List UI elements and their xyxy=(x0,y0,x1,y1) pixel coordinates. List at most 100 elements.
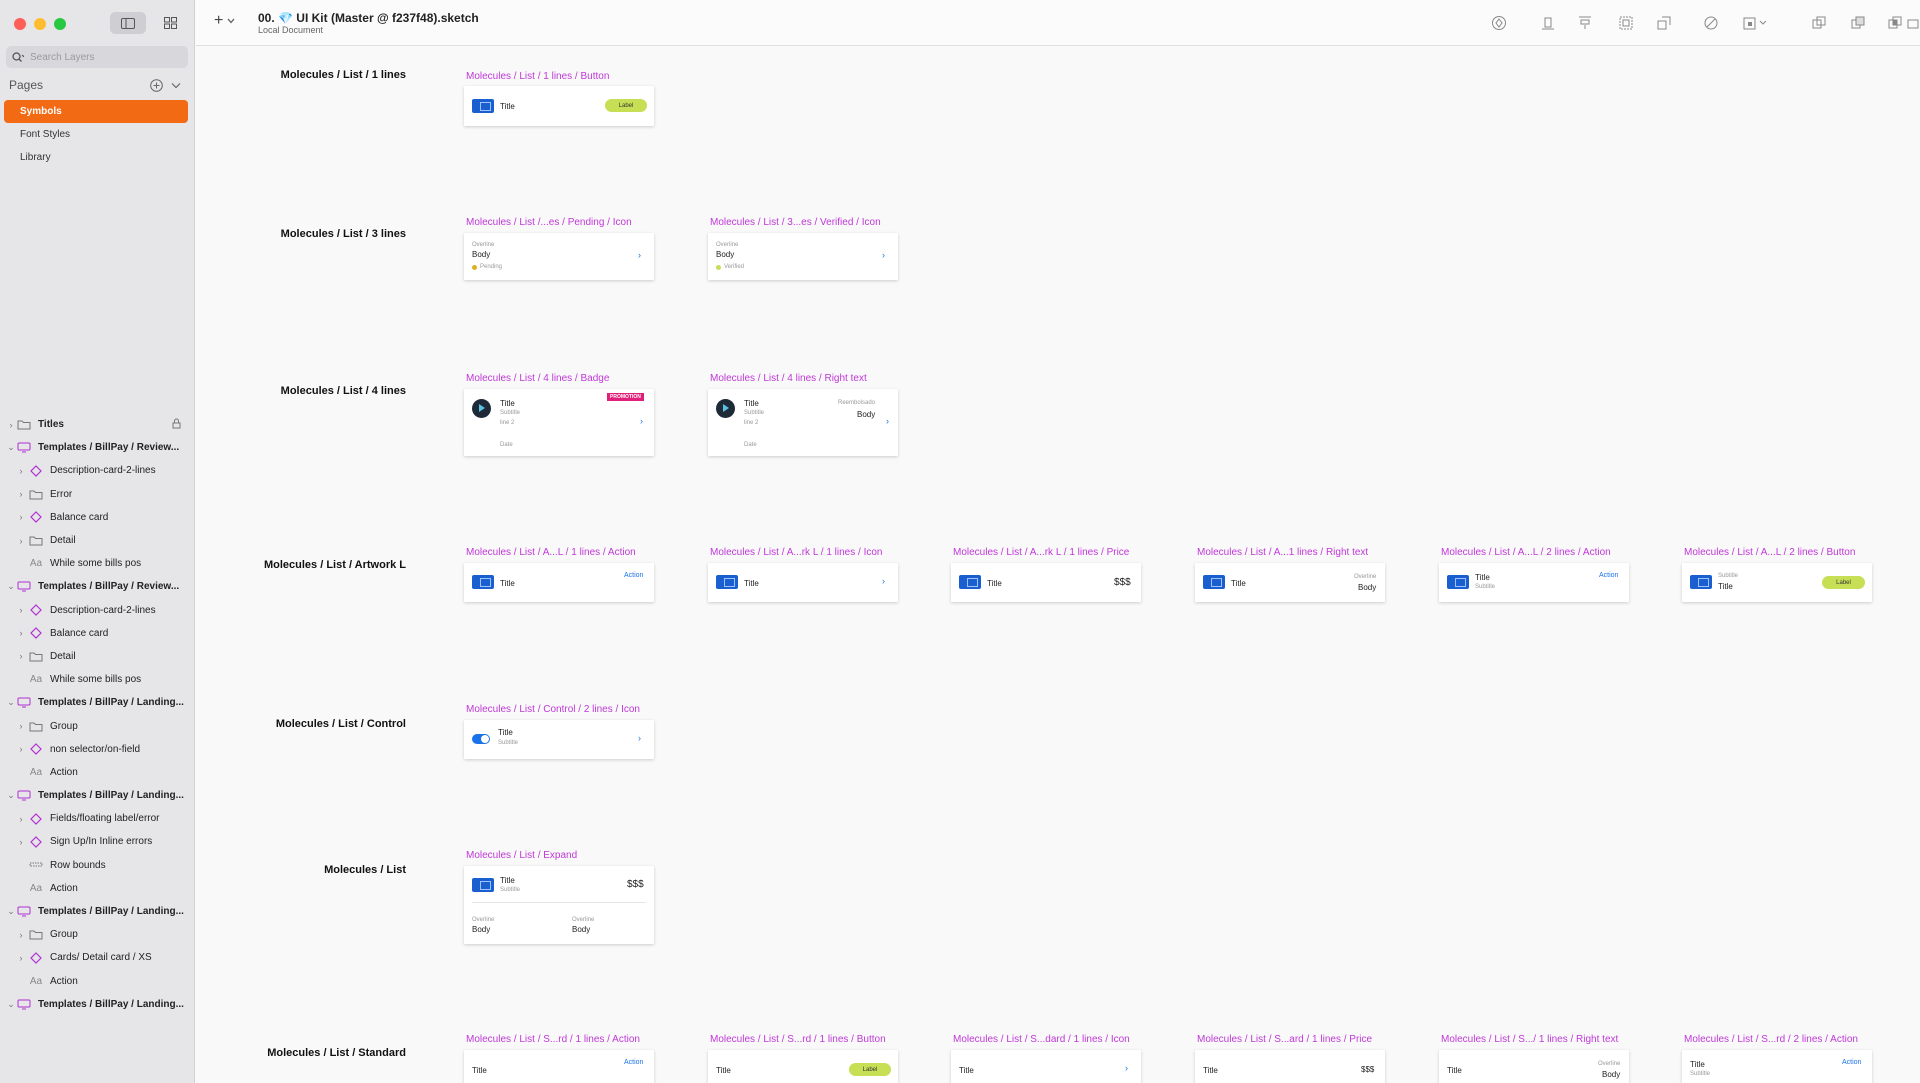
layer-row[interactable]: › Error xyxy=(0,483,194,506)
page-item-font-styles[interactable]: Font Styles xyxy=(4,123,188,146)
distribute-icon[interactable] xyxy=(1576,14,1594,32)
chevron-down-icon[interactable]: ⌄ xyxy=(6,790,16,801)
intersect-icon[interactable] xyxy=(1886,14,1904,32)
artboard-label[interactable]: Molecules / List / S...rd / 1 lines / Bu… xyxy=(710,1034,886,1045)
artboard-label[interactable]: Molecules / List /...es / Pending / Icon xyxy=(466,217,632,228)
chevron-right-icon[interactable]: › xyxy=(16,605,26,615)
layer-row[interactable]: ⌄ Templates / BillPay / Review... xyxy=(0,575,194,598)
artboard-label[interactable]: Molecules / List / 4 lines / Badge xyxy=(466,373,609,384)
artboard-label[interactable]: Molecules / List / A...1 lines / Right t… xyxy=(1197,547,1368,558)
chevron-down-icon[interactable]: ⌄ xyxy=(6,442,16,453)
chevron-right-icon[interactable]: › xyxy=(16,814,26,824)
zoom-window-button[interactable] xyxy=(54,18,66,30)
artboard-label[interactable]: Molecules / List / 1 lines / Button xyxy=(466,71,609,82)
chevron-right-icon[interactable]: › xyxy=(16,628,26,638)
chevron-right-icon[interactable]: › xyxy=(16,721,26,731)
chevron-right-icon[interactable]: › xyxy=(6,420,16,430)
chevron-right-icon[interactable]: › xyxy=(16,512,26,522)
list-item-standard-button[interactable]: Title Label xyxy=(708,1050,898,1083)
subtract-icon[interactable] xyxy=(1849,14,1867,32)
design-canvas[interactable]: Molecules / List / 1 lines Molecules / L… xyxy=(196,46,1920,1083)
list-item-standard-right-text[interactable]: Title Overline Body xyxy=(1439,1050,1629,1083)
layer-row[interactable]: › Titles xyxy=(0,413,194,436)
list-item-artwork-action[interactable]: Title Action xyxy=(464,563,654,602)
artboard-label[interactable]: Molecules / List / A...L / 1 lines / Act… xyxy=(466,547,636,558)
artboard-label[interactable]: Molecules / List / 3...es / Verified / I… xyxy=(710,217,881,228)
layer-row[interactable]: Aa Action xyxy=(0,877,194,900)
artboard-label[interactable]: Molecules / List / S.../ 1 lines / Right… xyxy=(1441,1034,1618,1045)
list-item-artwork-icon[interactable]: Title › xyxy=(708,563,898,602)
label-button[interactable]: Label xyxy=(849,1063,891,1076)
list-item-standard-icon[interactable]: Title › xyxy=(951,1050,1141,1083)
artboard-label[interactable]: Molecules / List / A...rk L / 1 lines / … xyxy=(710,547,882,558)
chevron-right-icon[interactable]: › xyxy=(16,536,26,546)
list-item-1-line-button[interactable]: Title Label xyxy=(464,86,654,126)
action-link[interactable]: Action xyxy=(624,572,643,579)
label-button[interactable]: Label xyxy=(605,99,647,112)
group-icon[interactable] xyxy=(1617,14,1635,32)
list-item-artwork-2-lines-button[interactable]: Subtitle Title Label xyxy=(1682,563,1872,602)
action-link[interactable]: Action xyxy=(1842,1059,1861,1066)
collapse-pages-icon[interactable] xyxy=(171,82,181,89)
layer-row[interactable]: ⌄ Templates / BillPay / Landing... xyxy=(0,900,194,923)
layer-row[interactable]: › Balance card xyxy=(0,506,194,529)
align-bottom-icon[interactable] xyxy=(1539,14,1557,32)
chevron-right-icon[interactable]: › xyxy=(16,744,26,754)
artboard-label[interactable]: Molecules / List / A...L / 2 lines / Act… xyxy=(1441,547,1611,558)
layer-row[interactable]: ⌄ Templates / BillPay / Landing... xyxy=(0,993,194,1016)
action-link[interactable]: Action xyxy=(624,1059,643,1066)
artboard-label[interactable]: Molecules / List / A...rk L / 1 lines / … xyxy=(953,547,1129,558)
artboard-label[interactable]: Molecules / List / S...ard / 1 lines / P… xyxy=(1197,1034,1372,1045)
symbol-toolbar-icon[interactable] xyxy=(1490,14,1508,32)
artboard-label[interactable]: Molecules / List / 4 lines / Right text xyxy=(710,373,867,384)
union-icon[interactable] xyxy=(1810,14,1828,32)
minimize-window-button[interactable] xyxy=(34,18,46,30)
toggle-switch[interactable] xyxy=(472,734,490,744)
scale-icon[interactable] xyxy=(1655,14,1673,32)
insert-button[interactable]: + xyxy=(214,12,235,30)
layer-row[interactable]: › Fields/floating label/error xyxy=(0,807,194,830)
action-link[interactable]: Action xyxy=(1599,572,1618,579)
page-item-symbols[interactable]: Symbols xyxy=(4,100,188,123)
layer-row[interactable]: Row bounds xyxy=(0,854,194,877)
lock-icon[interactable] xyxy=(172,418,181,432)
layer-row[interactable]: Aa Action xyxy=(0,970,194,993)
chevron-right-icon[interactable]: › xyxy=(16,489,26,499)
layer-row[interactable]: › Description-card-2-lines xyxy=(0,599,194,622)
layers-view-icon[interactable] xyxy=(110,12,146,34)
list-item-verified[interactable]: Overline Body Verified › xyxy=(708,233,898,280)
list-item-standard-action[interactable]: Title Action xyxy=(464,1050,654,1083)
components-view-icon[interactable] xyxy=(152,12,188,34)
flatten-icon[interactable] xyxy=(1702,14,1720,32)
chevron-right-icon[interactable]: › xyxy=(16,651,26,661)
chevron-down-icon[interactable]: ⌄ xyxy=(6,697,16,708)
mask-icon[interactable] xyxy=(1741,14,1769,32)
chevron-down-icon[interactable]: ⌄ xyxy=(6,906,16,917)
chevron-down-icon[interactable]: ⌄ xyxy=(6,581,16,592)
list-item-control[interactable]: Title Subtitle › xyxy=(464,720,654,759)
chevron-right-icon[interactable]: › xyxy=(16,466,26,476)
layer-row[interactable]: ⌄ Templates / BillPay / Review... xyxy=(0,436,194,459)
layer-row[interactable]: › Sign Up/In Inline errors xyxy=(0,830,194,853)
layer-row[interactable]: ⌄ Templates / BillPay / Landing... xyxy=(0,784,194,807)
artboard-label[interactable]: Molecules / List / A...L / 2 lines / But… xyxy=(1684,547,1855,558)
list-item-pending[interactable]: Overline Body Pending › xyxy=(464,233,654,280)
layer-row[interactable]: Aa Action xyxy=(0,761,194,784)
list-item-artwork-right-text[interactable]: Title Overline Body xyxy=(1195,563,1385,602)
list-item-artwork-2-lines-action[interactable]: Title Subtitle Action xyxy=(1439,563,1629,602)
artboard-label[interactable]: Molecules / List / Control / 2 lines / I… xyxy=(466,704,640,715)
chevron-right-icon[interactable]: › xyxy=(16,953,26,963)
layer-row[interactable]: Aa While some bills pos xyxy=(0,552,194,575)
layer-row[interactable]: › Description-card-2-lines xyxy=(0,459,194,482)
layer-row[interactable]: › Detail xyxy=(0,645,194,668)
difference-icon[interactable] xyxy=(1904,14,1920,32)
artboard-label[interactable]: Molecules / List / S...rd / 1 lines / Ac… xyxy=(466,1034,640,1045)
layer-row[interactable]: › non selector/on-field xyxy=(0,738,194,761)
artboard-label[interactable]: Molecules / List / S...dard / 1 lines / … xyxy=(953,1034,1130,1045)
list-item-4-lines-right-text[interactable]: Title Subtitle line 2 Date Reembolsado B… xyxy=(708,389,898,456)
layer-row[interactable]: Aa While some bills pos xyxy=(0,668,194,691)
layer-row[interactable]: › Group xyxy=(0,714,194,737)
artboard-label[interactable]: Molecules / List / Expand xyxy=(466,850,577,861)
close-window-button[interactable] xyxy=(14,18,26,30)
layer-row[interactable]: ⌄ Templates / BillPay / Landing... xyxy=(0,691,194,714)
